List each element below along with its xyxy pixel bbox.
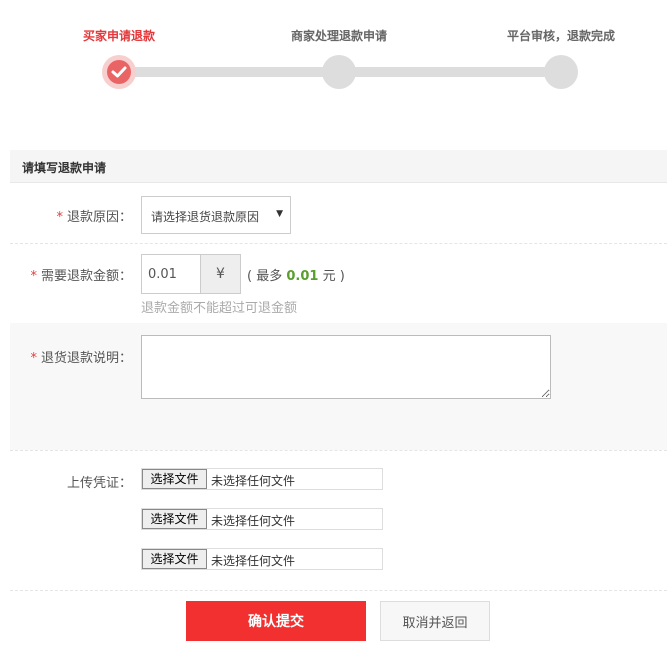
note-textarea[interactable] — [141, 335, 551, 399]
step-3-dot-icon — [544, 55, 578, 89]
step-1-check-icon — [102, 55, 136, 89]
section-header: 请填写退款申请 — [10, 150, 667, 183]
file-status: 未选择任何文件 — [211, 554, 296, 568]
required-mark: * — [56, 210, 63, 225]
cancel-button[interactable]: 取消并返回 — [380, 601, 490, 641]
step-track-2 — [345, 67, 560, 77]
reason-select[interactable]: 请选择退货退款原因 ▼ — [141, 196, 291, 234]
progress-steps: 买家申请退款 商家处理退款申请 平台审核，退款完成 — [0, 0, 669, 120]
step-3-label: 平台审核，退款完成 — [506, 29, 616, 43]
required-mark: * — [30, 269, 37, 284]
file-status: 未选择任何文件 — [211, 474, 296, 488]
section-title: 请填写退款申请 — [22, 161, 107, 175]
submit-button[interactable]: 确认提交 — [186, 601, 366, 641]
step-2-label: 商家处理退款申请 — [290, 29, 388, 43]
dropdown-arrow-icon: ▼ — [276, 209, 283, 219]
divider — [10, 243, 667, 244]
file-status: 未选择任何文件 — [211, 514, 296, 528]
file-upload-1[interactable]: 选择文件 未选择任何文件 — [141, 468, 383, 490]
reason-label: * 退款原因： — [56, 210, 132, 225]
reason-select-value: 请选择退货退款原因 — [151, 210, 260, 224]
choose-file-button[interactable]: 选择文件 — [142, 549, 207, 569]
choose-file-button[interactable]: 选择文件 — [142, 469, 207, 489]
required-mark: * — [30, 351, 37, 366]
max-amount-text: ( 最多 0.01 元 ) — [247, 269, 345, 284]
choose-file-button[interactable]: 选择文件 — [142, 509, 207, 529]
file-upload-2[interactable]: 选择文件 未选择任何文件 — [141, 508, 383, 530]
divider — [10, 590, 667, 591]
note-label: * 退货退款说明： — [30, 351, 132, 366]
step-1-label: 买家申请退款 — [82, 29, 156, 43]
file-upload-3[interactable]: 选择文件 未选择任何文件 — [141, 548, 383, 570]
divider — [10, 450, 667, 451]
step-track-1 — [125, 67, 340, 77]
max-amount-value: 0.01 — [286, 269, 319, 284]
upload-label: 上传凭证： — [66, 476, 132, 491]
amount-input[interactable] — [141, 254, 201, 294]
amount-label: * 需要退款金额： — [30, 269, 132, 284]
amount-hint: 退款金额不能超过可退金额 — [141, 301, 298, 316]
currency-yen-icon: ¥ — [200, 254, 241, 294]
step-2-dot-icon — [322, 55, 356, 89]
